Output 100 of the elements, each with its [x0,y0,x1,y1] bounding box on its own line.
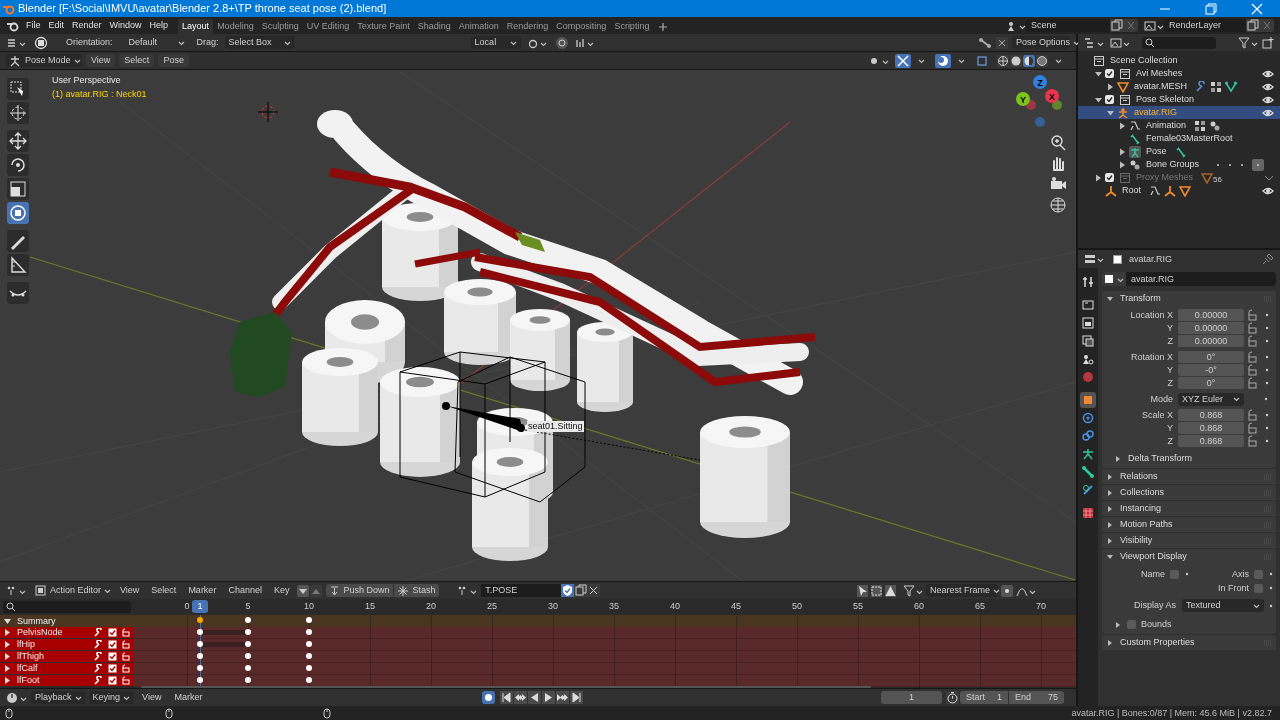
channel-row[interactable]: PelvisNode [0,627,133,639]
properties-tab-output-icon[interactable] [1080,315,1096,331]
disclosure-triangle-icon[interactable] [3,616,12,626]
workspace-tab[interactable]: Compositing [552,19,611,34]
gizmo-icon[interactable] [895,53,911,68]
outliner-item[interactable]: Animation [1078,119,1280,132]
keyframe-dot-icon[interactable] [1263,396,1269,402]
properties-tab-data-icon[interactable] [1080,446,1096,462]
properties-tab-tool-icon[interactable] [1080,274,1096,290]
menu-item[interactable]: Help [145,18,173,33]
properties-tab-texture-icon[interactable] [1080,505,1096,521]
keyframe-dot-icon[interactable] [1264,425,1270,431]
grid-icon[interactable] [1048,196,1068,214]
measure-tool-icon[interactable] [7,254,29,276]
overlay-icon[interactable] [935,53,951,68]
scene-icon[interactable] [1006,19,1026,32]
shading-material-icon[interactable] [1023,54,1035,67]
orientation-dropdown[interactable]: Default [124,36,189,49]
number-field[interactable]: 0.868 [1178,422,1244,434]
menu-item[interactable]: Marker [184,584,221,597]
lock-icon[interactable] [1246,435,1258,447]
keyframe-dot-icon[interactable] [1264,312,1270,318]
proportional-icon[interactable] [1001,584,1013,597]
menu-item[interactable]: Channel [224,584,266,597]
channel-row[interactable]: lfThigh [0,651,133,663]
zoom-icon[interactable] [1048,133,1068,151]
keyframe-dot-icon[interactable] [1264,338,1270,344]
scale-tool-icon[interactable] [7,178,29,200]
workspace-tab[interactable]: Sculpting [257,19,303,34]
editor-type-icon[interactable] [1084,253,1106,265]
disclosure-triangle-icon[interactable] [3,628,12,637]
panel-header[interactable]: Motion Paths [1102,517,1276,532]
menu-item[interactable]: File [22,18,45,33]
number-field[interactable]: 0.00000 [1178,322,1244,334]
drag-dropdown[interactable]: Select Box [224,36,295,49]
cursor-tool-icon[interactable] [7,102,29,124]
menu-dropdown[interactable]: Keying [88,691,135,704]
keyframe-dot-icon[interactable] [1264,412,1270,418]
menu-item[interactable]: Pose [158,54,189,67]
proportional-icon[interactable] [554,35,569,50]
checkbox[interactable] [1105,95,1114,104]
keyframe-dot-icon[interactable] [1264,380,1270,386]
panel-header[interactable]: Custom Properties [1102,635,1276,650]
select-icon[interactable] [871,584,882,597]
number-field[interactable]: 0.868 [1178,409,1244,421]
end-frame-field[interactable]: End 75 [1009,691,1064,704]
number-field[interactable]: 0.868 [1178,435,1244,447]
keyframe-dot-icon[interactable] [1184,571,1190,577]
select-tool-icon[interactable] [7,78,29,100]
start-frame-field[interactable]: Start 1 [960,691,1008,704]
transform-tool-icon[interactable] [7,202,29,224]
menu-item[interactable]: Select [119,54,155,67]
number-field[interactable]: 0.00000 [1178,335,1244,347]
keyframe-dot-icon[interactable] [1264,354,1270,360]
outliner-item[interactable]: Bone Groups [1078,158,1280,171]
outliner-item[interactable]: Female03MasterRoot [1078,132,1280,145]
keyframe-dot-icon[interactable] [1268,571,1274,577]
keyframe-dot-icon[interactable] [1264,367,1270,373]
properties-tab-bone-icon[interactable] [1080,464,1096,480]
auto-keying-icon[interactable] [482,691,495,704]
scene-field[interactable]: Scene [1026,19,1110,32]
checkbox[interactable] [1254,569,1263,579]
push-down-button[interactable]: Push Down [326,584,394,597]
previous-keyframe-icon[interactable] [514,691,527,704]
name-field[interactable]: avatar.RIG [1126,272,1276,286]
close-icon[interactable] [587,584,601,597]
panel-header[interactable]: Relations [1102,469,1276,484]
properties-tab-view-layer-icon[interactable] [1080,333,1096,349]
display-mode-icon[interactable] [1084,36,1106,49]
relax-tool-icon[interactable] [7,282,29,304]
stash-button[interactable]: Stash [394,584,440,597]
workspace-tab[interactable]: Modeling [213,19,258,34]
workspace-tab[interactable]: Scripting [610,19,654,34]
current-frame-indicator[interactable]: 1 [192,600,208,613]
menu-item[interactable]: Window [105,18,146,33]
stopwatch-icon[interactable] [946,691,959,704]
lock-icon[interactable] [1246,364,1258,376]
object-data-dropdown-icon[interactable] [1102,272,1126,286]
outliner-item[interactable]: Pose [1078,145,1280,158]
number-field[interactable]: 0° [1178,351,1244,363]
rotate-tool-icon[interactable] [7,154,29,176]
fake-user-icon[interactable] [561,584,575,597]
panel-header[interactable]: Visibility [1102,533,1276,548]
panel-header[interactable]: Bounds [1102,617,1276,632]
menu-item[interactable]: Edit [44,18,69,33]
workspace-tab[interactable]: Shading [413,19,455,34]
warning-icon[interactable] [885,584,896,597]
checkbox[interactable] [1170,569,1179,579]
outliner-item[interactable]: Avi Meshes [1078,67,1280,80]
action-field[interactable]: T.POSE [481,584,562,597]
jump-end-icon[interactable] [570,691,583,704]
panel-header[interactable]: Delta Transform [1102,451,1276,466]
view-layer-field[interactable]: RenderLayer [1164,19,1246,32]
outliner-item[interactable]: Pose Skeleton [1078,93,1280,106]
menu-item[interactable]: Select [147,584,181,597]
new-collection-icon[interactable] [1262,36,1274,49]
jump-start-icon[interactable] [500,691,513,704]
search-field[interactable] [3,601,131,613]
lock-icon[interactable] [1246,409,1258,421]
workspace-tab[interactable]: Animation [454,19,503,34]
